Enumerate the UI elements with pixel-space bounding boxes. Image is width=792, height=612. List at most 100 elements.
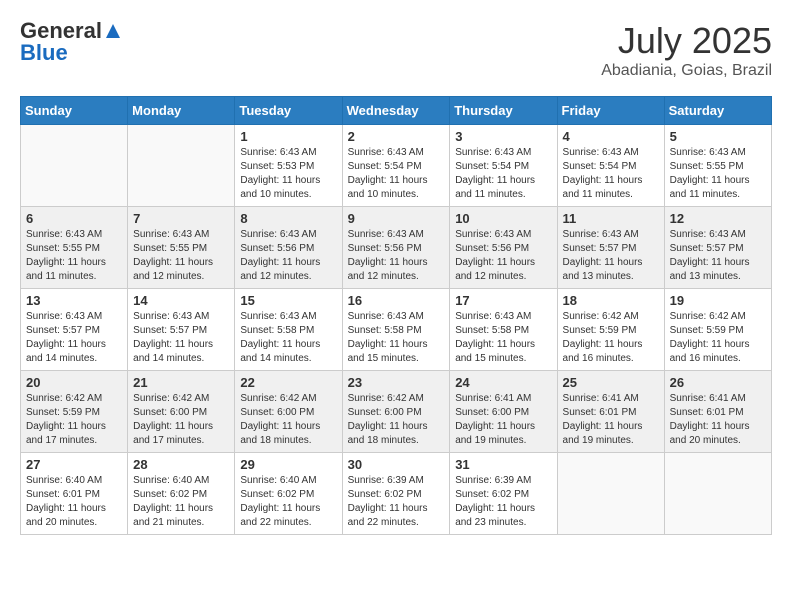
table-row: 24 Sunrise: 6:41 AMSunset: 6:00 PMDayligh… bbox=[450, 371, 557, 453]
day-info: Sunrise: 6:43 AMSunset: 5:56 PMDaylight:… bbox=[240, 228, 336, 284]
day-number: 18 bbox=[563, 293, 659, 308]
day-number: 4 bbox=[563, 129, 659, 144]
table-row: 8Sunrise: 6:43 AMSunset: 5:56 PMDaylight… bbox=[235, 207, 342, 289]
day-number: 24 bbox=[455, 375, 551, 390]
day-info: Sunrise: 6:43 AMSunset: 5:57 PMDaylight:… bbox=[26, 310, 122, 366]
table-row: 25 Sunrise: 6:41 AMSunset: 6:01 PMDayligh… bbox=[557, 371, 664, 453]
day-number: 26 bbox=[670, 375, 766, 390]
table-row: 29 Sunrise: 6:40 AMSunset: 6:02 PMDayligh… bbox=[235, 453, 342, 535]
logo-icon bbox=[104, 22, 122, 40]
day-number: 30 bbox=[348, 457, 445, 472]
table-row: 2Sunrise: 6:43 AMSunset: 5:54 PMDaylight… bbox=[342, 125, 450, 207]
table-row bbox=[21, 125, 128, 207]
day-info: Sunrise: 6:43 AMSunset: 5:55 PMDaylight:… bbox=[133, 228, 229, 284]
day-number: 5 bbox=[670, 129, 766, 144]
day-number: 14 bbox=[133, 293, 229, 308]
day-info: Sunrise: 6:41 AMSunset: 6:01 PMDaylight:… bbox=[563, 392, 659, 448]
calendar-week-4: 20 Sunrise: 6:42 AMSunset: 5:59 PMDayligh… bbox=[21, 371, 772, 453]
day-number: 13 bbox=[26, 293, 122, 308]
table-row: 15 Sunrise: 6:43 AMSunset: 5:58 PMDayligh… bbox=[235, 289, 342, 371]
table-row: 9 Sunrise: 6:43 AMSunset: 5:56 PMDaylight… bbox=[342, 207, 450, 289]
table-row: 30 Sunrise: 6:39 AMSunset: 6:02 PMDayligh… bbox=[342, 453, 450, 535]
day-info: Sunrise: 6:43 AMSunset: 5:56 PMDaylight:… bbox=[348, 228, 445, 284]
table-row: 10 Sunrise: 6:43 AMSunset: 5:56 PMDayligh… bbox=[450, 207, 557, 289]
day-number: 15 bbox=[240, 293, 336, 308]
calendar-week-1: 1Sunrise: 6:43 AMSunset: 5:53 PMDaylight… bbox=[21, 125, 772, 207]
table-row: 1Sunrise: 6:43 AMSunset: 5:53 PMDaylight… bbox=[235, 125, 342, 207]
day-number: 3 bbox=[455, 129, 551, 144]
table-row bbox=[664, 453, 771, 535]
table-row: 14 Sunrise: 6:43 AMSunset: 5:57 PMDayligh… bbox=[128, 289, 235, 371]
day-number: 7 bbox=[133, 211, 229, 226]
logo-general-text: General bbox=[20, 20, 102, 42]
day-number: 9 bbox=[348, 211, 445, 226]
table-row: 5 Sunrise: 6:43 AMSunset: 5:55 PMDaylight… bbox=[664, 125, 771, 207]
table-row bbox=[557, 453, 664, 535]
day-number: 17 bbox=[455, 293, 551, 308]
table-row: 13 Sunrise: 6:43 AMSunset: 5:57 PMDayligh… bbox=[21, 289, 128, 371]
day-number: 21 bbox=[133, 375, 229, 390]
table-row: 20 Sunrise: 6:42 AMSunset: 5:59 PMDayligh… bbox=[21, 371, 128, 453]
day-info: Sunrise: 6:41 AMSunset: 6:01 PMDaylight:… bbox=[670, 392, 766, 448]
day-number: 11 bbox=[563, 211, 659, 226]
day-info: Sunrise: 6:40 AMSunset: 6:01 PMDaylight:… bbox=[26, 474, 122, 530]
day-info: Sunrise: 6:43 AMSunset: 5:54 PMDaylight:… bbox=[348, 146, 445, 202]
calendar-table: Sunday Monday Tuesday Wednesday Thursday… bbox=[20, 96, 772, 535]
calendar-week-2: 6 Sunrise: 6:43 AMSunset: 5:55 PMDaylight… bbox=[21, 207, 772, 289]
col-saturday: Saturday bbox=[664, 97, 771, 125]
day-number: 27 bbox=[26, 457, 122, 472]
day-info: Sunrise: 6:42 AMSunset: 5:59 PMDaylight:… bbox=[563, 310, 659, 366]
table-row: 6 Sunrise: 6:43 AMSunset: 5:55 PMDaylight… bbox=[21, 207, 128, 289]
table-row: 26 Sunrise: 6:41 AMSunset: 6:01 PMDayligh… bbox=[664, 371, 771, 453]
table-row: 11 Sunrise: 6:43 AMSunset: 5:57 PMDayligh… bbox=[557, 207, 664, 289]
day-info: Sunrise: 6:40 AMSunset: 6:02 PMDaylight:… bbox=[133, 474, 229, 530]
day-info: Sunrise: 6:39 AMSunset: 6:02 PMDaylight:… bbox=[348, 474, 445, 530]
day-info: Sunrise: 6:42 AMSunset: 6:00 PMDaylight:… bbox=[240, 392, 336, 448]
day-number: 20 bbox=[26, 375, 122, 390]
calendar-title: July 2025 bbox=[601, 20, 772, 62]
day-info: Sunrise: 6:42 AMSunset: 6:00 PMDaylight:… bbox=[348, 392, 445, 448]
table-row: 27 Sunrise: 6:40 AMSunset: 6:01 PMDayligh… bbox=[21, 453, 128, 535]
day-number: 29 bbox=[240, 457, 336, 472]
table-row: 23Sunrise: 6:42 AMSunset: 6:00 PMDayligh… bbox=[342, 371, 450, 453]
day-info: Sunrise: 6:39 AMSunset: 6:02 PMDaylight:… bbox=[455, 474, 551, 530]
table-row: 17Sunrise: 6:43 AMSunset: 5:58 PMDayligh… bbox=[450, 289, 557, 371]
day-info: Sunrise: 6:43 AMSunset: 5:57 PMDaylight:… bbox=[563, 228, 659, 284]
day-number: 16 bbox=[348, 293, 445, 308]
table-row: 16 Sunrise: 6:43 AMSunset: 5:58 PMDayligh… bbox=[342, 289, 450, 371]
day-number: 31 bbox=[455, 457, 551, 472]
table-row: 4Sunrise: 6:43 AMSunset: 5:54 PMDaylight… bbox=[557, 125, 664, 207]
table-row: 31 Sunrise: 6:39 AMSunset: 6:02 PMDayligh… bbox=[450, 453, 557, 535]
day-info: Sunrise: 6:43 AMSunset: 5:58 PMDaylight:… bbox=[348, 310, 445, 366]
day-info: Sunrise: 6:41 AMSunset: 6:00 PMDaylight:… bbox=[455, 392, 551, 448]
day-number: 28 bbox=[133, 457, 229, 472]
col-sunday: Sunday bbox=[21, 97, 128, 125]
title-block: July 2025 Abadiania, Goias, Brazil bbox=[601, 20, 772, 80]
day-info: Sunrise: 6:42 AMSunset: 5:59 PMDaylight:… bbox=[670, 310, 766, 366]
day-info: Sunrise: 6:43 AMSunset: 5:56 PMDaylight:… bbox=[455, 228, 551, 284]
day-number: 25 bbox=[563, 375, 659, 390]
day-info: Sunrise: 6:43 AMSunset: 5:54 PMDaylight:… bbox=[455, 146, 551, 202]
day-info: Sunrise: 6:42 AMSunset: 5:59 PMDaylight:… bbox=[26, 392, 122, 448]
day-info: Sunrise: 6:43 AMSunset: 5:55 PMDaylight:… bbox=[26, 228, 122, 284]
day-number: 19 bbox=[670, 293, 766, 308]
day-number: 22 bbox=[240, 375, 336, 390]
calendar-location: Abadiania, Goias, Brazil bbox=[601, 62, 772, 80]
day-info: Sunrise: 6:40 AMSunset: 6:02 PMDaylight:… bbox=[240, 474, 336, 530]
day-info: Sunrise: 6:42 AMSunset: 6:00 PMDaylight:… bbox=[133, 392, 229, 448]
col-monday: Monday bbox=[128, 97, 235, 125]
day-info: Sunrise: 6:43 AMSunset: 5:58 PMDaylight:… bbox=[240, 310, 336, 366]
table-row: 18 Sunrise: 6:42 AMSunset: 5:59 PMDayligh… bbox=[557, 289, 664, 371]
table-row: 22 Sunrise: 6:42 AMSunset: 6:00 PMDayligh… bbox=[235, 371, 342, 453]
day-number: 6 bbox=[26, 211, 122, 226]
calendar-week-5: 27 Sunrise: 6:40 AMSunset: 6:01 PMDayligh… bbox=[21, 453, 772, 535]
col-wednesday: Wednesday bbox=[342, 97, 450, 125]
day-number: 12 bbox=[670, 211, 766, 226]
day-number: 10 bbox=[455, 211, 551, 226]
day-info: Sunrise: 6:43 AMSunset: 5:55 PMDaylight:… bbox=[670, 146, 766, 202]
day-info: Sunrise: 6:43 AMSunset: 5:57 PMDaylight:… bbox=[670, 228, 766, 284]
table-row: 12 Sunrise: 6:43 AMSunset: 5:57 PMDayligh… bbox=[664, 207, 771, 289]
day-info: Sunrise: 6:43 AMSunset: 5:57 PMDaylight:… bbox=[133, 310, 229, 366]
table-row bbox=[128, 125, 235, 207]
calendar-week-3: 13 Sunrise: 6:43 AMSunset: 5:57 PMDayligh… bbox=[21, 289, 772, 371]
